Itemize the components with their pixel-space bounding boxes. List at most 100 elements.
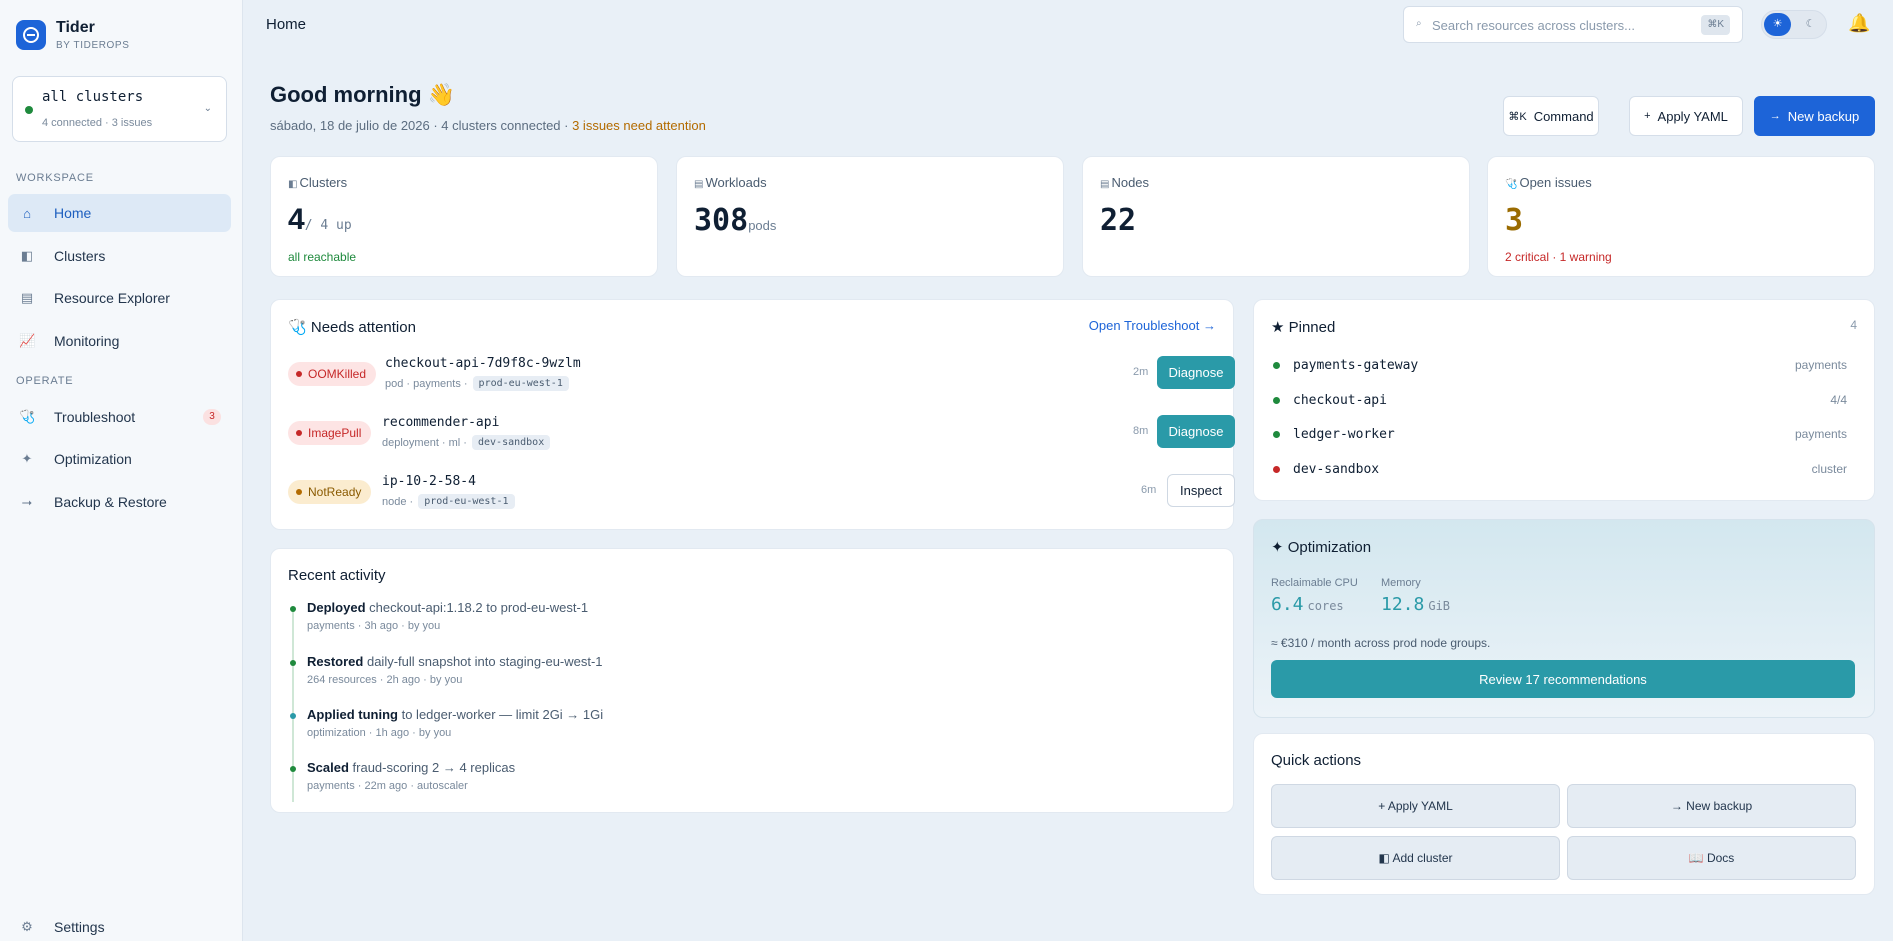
brand[interactable]: Tider BY TIDEROPS bbox=[16, 19, 129, 51]
list-icon: ▤ bbox=[20, 290, 34, 305]
stat-value: 4/ 4 up bbox=[288, 203, 352, 236]
quick-actions-title: Quick actions bbox=[1271, 752, 1362, 769]
sidebar-item-optimization[interactable]: ✦ Optimization bbox=[8, 440, 231, 478]
needs-attention-title: 🩺 Needs attention bbox=[288, 319, 416, 336]
apply-yaml-button-label: Apply YAML bbox=[1657, 108, 1728, 124]
pinned-name: dev-sandbox bbox=[1293, 462, 1380, 477]
activity-text: Restored daily-full snapshot into stagin… bbox=[307, 654, 603, 669]
sidebar-item-label: Optimization bbox=[54, 451, 132, 467]
quick-docs-button[interactable]: 📖 Docs bbox=[1567, 836, 1856, 880]
health-dot bbox=[1273, 466, 1280, 473]
pinned-context: payments bbox=[1794, 427, 1847, 441]
resource-name[interactable]: ip-10-2-58-4 bbox=[382, 474, 476, 489]
brand-sub: BY TIDEROPS bbox=[56, 40, 130, 51]
memory-label: Memory bbox=[1381, 577, 1421, 589]
stat-card-open-issues: 🩺 Open issues 3 2 critical · 1 warning bbox=[1487, 156, 1875, 277]
cluster-tag: prod-eu-west-1 bbox=[418, 494, 515, 509]
stethoscope-icon: 🩺 bbox=[19, 409, 36, 424]
savings-note: ≈ €310 / month across prod node groups. bbox=[1271, 636, 1491, 650]
cpu-value: 6.4 cores bbox=[1271, 594, 1344, 615]
pinned-item[interactable]: payments-gateway payments bbox=[1271, 356, 1847, 376]
timeline-dot bbox=[290, 713, 296, 719]
stat-label: 🩺 Open issues bbox=[1505, 175, 1592, 190]
sidebar-item-label: Settings bbox=[54, 919, 105, 935]
quick-add-cluster-button[interactable]: ◧ Add cluster bbox=[1271, 836, 1560, 880]
new-backup-button[interactable]: → New backup bbox=[1754, 96, 1875, 136]
pinned-item[interactable]: checkout-api 4/4 bbox=[1271, 391, 1847, 411]
cluster-status-dot bbox=[25, 106, 33, 114]
sidebar-item-monitoring[interactable]: 📈 Monitoring bbox=[8, 322, 231, 360]
arrow-right-icon: → bbox=[1769, 110, 1781, 122]
open-troubleshoot-link[interactable]: Open Troubleshoot → bbox=[1089, 318, 1216, 333]
sidebar-item-resource-explorer[interactable]: ▤ Resource Explorer bbox=[8, 279, 231, 317]
pinned-item[interactable]: ledger-worker payments bbox=[1271, 425, 1847, 445]
diagnose-button[interactable]: Diagnose bbox=[1157, 356, 1235, 389]
pinned-title: ★ Pinned bbox=[1271, 319, 1336, 336]
sidebar-item-home[interactable]: ⌂ Home bbox=[8, 194, 231, 232]
activity-meta: payments · 3h ago · by you bbox=[307, 620, 441, 632]
chevron-down-icon: ⌄ bbox=[203, 103, 212, 114]
cluster-selector[interactable]: all clusters 4 connected · 3 issues ⌄ bbox=[12, 76, 227, 142]
stat-unit: pods bbox=[748, 218, 777, 233]
resource-name[interactable]: recommender-api bbox=[382, 415, 499, 430]
sidebar-item-label: Monitoring bbox=[54, 333, 120, 349]
stat-card-clusters: ◧ Clusters 4/ 4 up all reachable bbox=[270, 156, 658, 277]
resource-name[interactable]: checkout-api-7d9f8c-9wzlm bbox=[385, 356, 581, 371]
nav-section-workspace: WORKSPACE bbox=[16, 172, 94, 184]
issues-link[interactable]: 3 issues need attention bbox=[572, 118, 706, 133]
pinned-context: cluster bbox=[1811, 462, 1847, 476]
sidebar-item-settings[interactable]: ⚙ Settings bbox=[8, 909, 231, 941]
theme-toggle[interactable]: ☀ ☾ bbox=[1761, 10, 1827, 39]
bell-icon[interactable]: 🔔 bbox=[1848, 13, 1870, 34]
command-icon: ⌘K bbox=[1508, 110, 1527, 123]
global-search[interactable]: ⌕ ⌘K bbox=[1403, 6, 1743, 43]
status-badge: NotReady bbox=[288, 480, 372, 504]
needs-attention-panel: 🩺 Needs attention Open Troubleshoot → OO… bbox=[270, 299, 1235, 530]
nav-section-operate: OPERATE bbox=[16, 375, 74, 387]
home-icon: ⌂ bbox=[23, 205, 31, 221]
cpu-label: Reclaimable CPU bbox=[1271, 577, 1358, 589]
sidebar-item-backup-restore[interactable]: ⭢ Backup & Restore bbox=[8, 483, 231, 521]
resource-meta: deployment · ml · dev-sandbox bbox=[382, 435, 551, 450]
attention-row: ImagePull recommender-api deployment · m… bbox=[288, 415, 1235, 457]
cluster-tag: dev-sandbox bbox=[471, 435, 551, 450]
age: 8m bbox=[1133, 425, 1149, 437]
stethoscope-icon: 🩺 bbox=[1505, 179, 1518, 190]
sidebar-item-troubleshoot[interactable]: 🩺 Troubleshoot 3 bbox=[8, 398, 231, 436]
moon-icon[interactable]: ☾ bbox=[1797, 13, 1824, 36]
arrow-right-icon: ⭢ bbox=[21, 494, 33, 509]
new-backup-button-label: New backup bbox=[1787, 108, 1860, 124]
activity-meta: 264 resources · 2h ago · by you bbox=[307, 674, 463, 686]
search-input[interactable] bbox=[1432, 15, 1692, 35]
sidebar-item-label: Backup & Restore bbox=[54, 494, 167, 510]
tider-logo-icon bbox=[16, 20, 46, 50]
quick-actions-panel: Quick actions + Apply YAML → New backup … bbox=[1253, 733, 1875, 895]
diagnose-button[interactable]: Diagnose bbox=[1157, 415, 1235, 448]
pinned-item[interactable]: dev-sandbox cluster bbox=[1271, 460, 1847, 480]
apply-yaml-button[interactable]: + Apply YAML bbox=[1629, 96, 1743, 136]
search-shortcut-hint: ⌘K bbox=[1701, 15, 1730, 35]
pinned-name: checkout-api bbox=[1293, 393, 1387, 408]
recent-activity-title: Recent activity bbox=[288, 567, 386, 584]
list-icon: ▤ bbox=[694, 179, 704, 190]
sidebar-item-clusters[interactable]: ◧ Clusters bbox=[8, 237, 231, 275]
quick-apply-yaml-button[interactable]: + Apply YAML bbox=[1271, 784, 1560, 828]
clusters-icon: ◧ bbox=[20, 248, 34, 263]
sun-icon[interactable]: ☀ bbox=[1764, 13, 1791, 36]
stat-label: ◧ Clusters bbox=[288, 175, 348, 190]
recent-activity-panel: Recent activity Deployed checkout-api:1.… bbox=[270, 548, 1234, 813]
quick-new-backup-button[interactable]: → New backup bbox=[1567, 784, 1856, 828]
inspect-button[interactable]: Inspect bbox=[1167, 474, 1235, 507]
activity-text: Applied tuning to ledger-worker — limit … bbox=[307, 707, 604, 722]
optimization-panel: ✦ Optimization Reclaimable CPU 6.4 cores … bbox=[1253, 519, 1875, 718]
stat-label: ▤ Workloads bbox=[694, 175, 767, 190]
pinned-name: ledger-worker bbox=[1293, 427, 1395, 442]
review-recommendations-button[interactable]: Review 17 recommendations bbox=[1271, 660, 1855, 698]
pinned-panel: ★ Pinned 4 payments-gateway payments che… bbox=[1253, 299, 1875, 501]
activity-meta: optimization · 1h ago · by you bbox=[307, 727, 452, 739]
command-button[interactable]: ⌘K Command bbox=[1503, 96, 1599, 136]
pinned-context: 4/4 bbox=[1830, 393, 1847, 407]
date-line: sábado, 18 de julio de 2026 · 4 clusters… bbox=[270, 118, 573, 133]
memory-unit: GiB bbox=[1428, 599, 1451, 613]
stat-value: 3 bbox=[1505, 203, 1524, 238]
